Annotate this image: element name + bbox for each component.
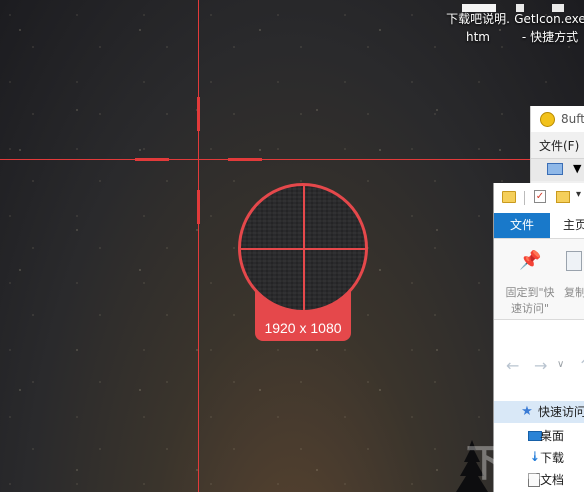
magnifier-lens: [238, 183, 368, 313]
up-arrow-icon[interactable]: ↑: [578, 356, 584, 375]
desktop-icon-label-line1: GetIcon.exe: [514, 12, 584, 26]
menu-file[interactable]: 文件(F): [539, 137, 579, 154]
magnifier-crosshair-vertical: [303, 186, 305, 310]
ribbon-tabs: 文件 主页: [494, 213, 584, 239]
desktop-icon-label-line1: 下载吧说明.: [446, 12, 510, 26]
file-thumbnail-icon: [462, 4, 496, 12]
recent-locations-chevron-icon[interactable]: ∨: [557, 359, 564, 370]
crosshair-vertical-line: [198, 0, 199, 492]
shortcut-thumbnail-icon: [516, 4, 524, 12]
back-arrow-icon[interactable]: ←: [506, 356, 519, 375]
copy-icon[interactable]: [566, 251, 582, 271]
shortcut-thumbnail-icon-part: [552, 4, 564, 12]
crosshair-tick-bottom: [197, 190, 200, 224]
toolbar: ▼: [531, 158, 584, 181]
pin-icon[interactable]: 📌: [519, 252, 541, 270]
forward-arrow-icon[interactable]: →: [534, 356, 547, 375]
watermark: 下载: [466, 441, 547, 485]
crosshair-horizontal-line: [0, 159, 584, 160]
desktop-icon-readme[interactable]: 下载吧说明. htm: [438, 4, 518, 46]
crosshair-tick-top: [197, 97, 200, 131]
dropdown-arrow-icon[interactable]: ▼: [573, 162, 581, 175]
tab-home[interactable]: 主页: [563, 213, 584, 238]
pin-to-quick-access-button[interactable]: 固定到"快速访问": [500, 285, 560, 317]
window-title: 8uft: [561, 112, 584, 126]
toolbar-divider: [524, 191, 525, 205]
new-folder-icon[interactable]: [556, 191, 570, 203]
tab-file[interactable]: 文件: [494, 213, 550, 238]
crosshair-tick-left: [135, 158, 169, 161]
monitor-icon[interactable]: [547, 163, 563, 175]
customize-dropdown-icon[interactable]: ▾: [576, 189, 581, 200]
app-logo-icon: [540, 112, 555, 127]
folder-icon: [502, 191, 516, 203]
quick-access-toolbar: ✓ ▾: [494, 183, 584, 213]
desktop-icon-label-line2: htm: [466, 30, 490, 44]
navigation-bar: ← → ∨ ↑: [494, 353, 584, 381]
nav-item-quick-access[interactable]: ★ 快速访问: [494, 401, 584, 423]
desktop-background: 下载吧说明. htm GetIcon.exe - 快捷方式 1920 x 108…: [0, 0, 584, 492]
desktop-icon-label-line2: - 快捷方式: [521, 30, 579, 44]
properties-icon[interactable]: ✓: [534, 190, 546, 203]
star-icon: ★: [521, 404, 533, 419]
resolution-label: 1920 x 1080: [264, 320, 342, 336]
window-titlebar[interactable]: 8uft: [531, 106, 584, 132]
copy-button[interactable]: 复制: [564, 285, 584, 301]
desktop-icon-geticon-shortcut[interactable]: GetIcon.exe - 快捷方式: [514, 4, 584, 46]
crosshair-tick-right: [228, 158, 262, 161]
nav-item-label: 快速访问: [538, 405, 584, 419]
ribbon-panel: 📌 固定到"快速访问" 复制: [494, 239, 584, 320]
